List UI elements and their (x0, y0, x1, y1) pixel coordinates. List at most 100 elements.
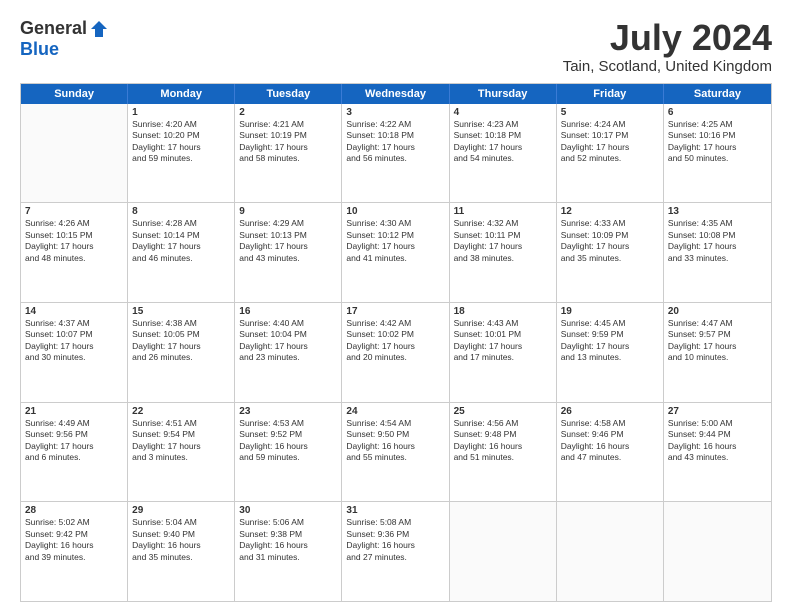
day-number: 4 (454, 107, 552, 118)
cell-info: Sunrise: 5:00 AMSunset: 9:44 PMDaylight:… (668, 418, 767, 464)
day-number: 13 (668, 206, 767, 217)
cell-info: Sunrise: 4:49 AMSunset: 9:56 PMDaylight:… (25, 418, 123, 464)
cell-info: Sunrise: 4:58 AMSunset: 9:46 PMDaylight:… (561, 418, 659, 464)
calendar-cell-empty-4-6 (664, 502, 771, 601)
cell-info: Sunrise: 4:30 AMSunset: 10:12 PMDaylight… (346, 218, 444, 264)
day-number: 22 (132, 406, 230, 417)
calendar-cell-17: 17Sunrise: 4:42 AMSunset: 10:02 PMDaylig… (342, 303, 449, 402)
calendar-cell-12: 12Sunrise: 4:33 AMSunset: 10:09 PMDaylig… (557, 203, 664, 302)
calendar-header: SundayMondayTuesdayWednesdayThursdayFrid… (21, 84, 771, 104)
day-number: 26 (561, 406, 659, 417)
cell-info: Sunrise: 4:56 AMSunset: 9:48 PMDaylight:… (454, 418, 552, 464)
day-number: 16 (239, 306, 337, 317)
day-number: 25 (454, 406, 552, 417)
calendar-row-1: 1Sunrise: 4:20 AMSunset: 10:20 PMDayligh… (21, 104, 771, 203)
cell-info: Sunrise: 4:25 AMSunset: 10:16 PMDaylight… (668, 119, 767, 165)
day-number: 12 (561, 206, 659, 217)
calendar-cell-19: 19Sunrise: 4:45 AMSunset: 9:59 PMDayligh… (557, 303, 664, 402)
calendar-cell-16: 16Sunrise: 4:40 AMSunset: 10:04 PMDaylig… (235, 303, 342, 402)
cell-info: Sunrise: 4:20 AMSunset: 10:20 PMDaylight… (132, 119, 230, 165)
calendar-cell-4: 4Sunrise: 4:23 AMSunset: 10:18 PMDayligh… (450, 104, 557, 203)
calendar-cell-14: 14Sunrise: 4:37 AMSunset: 10:07 PMDaylig… (21, 303, 128, 402)
calendar-cell-8: 8Sunrise: 4:28 AMSunset: 10:14 PMDayligh… (128, 203, 235, 302)
location: Tain, Scotland, United Kingdom (563, 58, 772, 75)
cell-info: Sunrise: 4:37 AMSunset: 10:07 PMDaylight… (25, 318, 123, 364)
calendar-cell-empty-4-4 (450, 502, 557, 601)
cell-info: Sunrise: 4:21 AMSunset: 10:19 PMDaylight… (239, 119, 337, 165)
calendar-cell-24: 24Sunrise: 4:54 AMSunset: 9:50 PMDayligh… (342, 403, 449, 502)
header: General Blue July 2024 Tain, Scotland, U… (20, 18, 772, 75)
calendar-cell-23: 23Sunrise: 4:53 AMSunset: 9:52 PMDayligh… (235, 403, 342, 502)
cell-info: Sunrise: 4:47 AMSunset: 9:57 PMDaylight:… (668, 318, 767, 364)
page: General Blue July 2024 Tain, Scotland, U… (0, 0, 792, 612)
day-number: 15 (132, 306, 230, 317)
calendar-cell-10: 10Sunrise: 4:30 AMSunset: 10:12 PMDaylig… (342, 203, 449, 302)
logo-icon (89, 19, 109, 39)
calendar-body: 1Sunrise: 4:20 AMSunset: 10:20 PMDayligh… (21, 104, 771, 601)
cell-info: Sunrise: 4:26 AMSunset: 10:15 PMDaylight… (25, 218, 123, 264)
cell-info: Sunrise: 4:40 AMSunset: 10:04 PMDaylight… (239, 318, 337, 364)
day-number: 17 (346, 306, 444, 317)
cell-info: Sunrise: 4:29 AMSunset: 10:13 PMDaylight… (239, 218, 337, 264)
calendar-row-4: 21Sunrise: 4:49 AMSunset: 9:56 PMDayligh… (21, 402, 771, 502)
day-number: 8 (132, 206, 230, 217)
cell-info: Sunrise: 5:08 AMSunset: 9:36 PMDaylight:… (346, 517, 444, 563)
calendar-cell-3: 3Sunrise: 4:22 AMSunset: 10:18 PMDayligh… (342, 104, 449, 203)
day-number: 10 (346, 206, 444, 217)
day-number: 29 (132, 505, 230, 516)
cell-info: Sunrise: 4:54 AMSunset: 9:50 PMDaylight:… (346, 418, 444, 464)
logo-text: General (20, 18, 109, 39)
header-day-monday: Monday (128, 84, 235, 104)
calendar-cell-1: 1Sunrise: 4:20 AMSunset: 10:20 PMDayligh… (128, 104, 235, 203)
cell-info: Sunrise: 5:04 AMSunset: 9:40 PMDaylight:… (132, 517, 230, 563)
calendar-cell-2: 2Sunrise: 4:21 AMSunset: 10:19 PMDayligh… (235, 104, 342, 203)
header-day-wednesday: Wednesday (342, 84, 449, 104)
day-number: 30 (239, 505, 337, 516)
header-day-friday: Friday (557, 84, 664, 104)
day-number: 9 (239, 206, 337, 217)
day-number: 19 (561, 306, 659, 317)
day-number: 3 (346, 107, 444, 118)
cell-info: Sunrise: 4:23 AMSunset: 10:18 PMDaylight… (454, 119, 552, 165)
calendar-cell-20: 20Sunrise: 4:47 AMSunset: 9:57 PMDayligh… (664, 303, 771, 402)
header-day-sunday: Sunday (21, 84, 128, 104)
cell-info: Sunrise: 4:35 AMSunset: 10:08 PMDaylight… (668, 218, 767, 264)
day-number: 27 (668, 406, 767, 417)
header-day-tuesday: Tuesday (235, 84, 342, 104)
cell-info: Sunrise: 5:06 AMSunset: 9:38 PMDaylight:… (239, 517, 337, 563)
cell-info: Sunrise: 4:38 AMSunset: 10:05 PMDaylight… (132, 318, 230, 364)
cell-info: Sunrise: 4:28 AMSunset: 10:14 PMDaylight… (132, 218, 230, 264)
calendar-cell-29: 29Sunrise: 5:04 AMSunset: 9:40 PMDayligh… (128, 502, 235, 601)
day-number: 21 (25, 406, 123, 417)
month-title: July 2024 (563, 18, 772, 58)
calendar-row-5: 28Sunrise: 5:02 AMSunset: 9:42 PMDayligh… (21, 501, 771, 601)
calendar-cell-15: 15Sunrise: 4:38 AMSunset: 10:05 PMDaylig… (128, 303, 235, 402)
day-number: 28 (25, 505, 123, 516)
cell-info: Sunrise: 4:43 AMSunset: 10:01 PMDaylight… (454, 318, 552, 364)
calendar-cell-empty-0-0 (21, 104, 128, 203)
calendar-cell-11: 11Sunrise: 4:32 AMSunset: 10:11 PMDaylig… (450, 203, 557, 302)
day-number: 20 (668, 306, 767, 317)
cell-info: Sunrise: 4:24 AMSunset: 10:17 PMDaylight… (561, 119, 659, 165)
day-number: 7 (25, 206, 123, 217)
calendar-cell-27: 27Sunrise: 5:00 AMSunset: 9:44 PMDayligh… (664, 403, 771, 502)
calendar-cell-5: 5Sunrise: 4:24 AMSunset: 10:17 PMDayligh… (557, 104, 664, 203)
calendar-cell-26: 26Sunrise: 4:58 AMSunset: 9:46 PMDayligh… (557, 403, 664, 502)
cell-info: Sunrise: 5:02 AMSunset: 9:42 PMDaylight:… (25, 517, 123, 563)
cell-info: Sunrise: 4:51 AMSunset: 9:54 PMDaylight:… (132, 418, 230, 464)
calendar-cell-22: 22Sunrise: 4:51 AMSunset: 9:54 PMDayligh… (128, 403, 235, 502)
day-number: 1 (132, 107, 230, 118)
calendar-cell-31: 31Sunrise: 5:08 AMSunset: 9:36 PMDayligh… (342, 502, 449, 601)
day-number: 18 (454, 306, 552, 317)
cell-info: Sunrise: 4:32 AMSunset: 10:11 PMDaylight… (454, 218, 552, 264)
day-number: 11 (454, 206, 552, 217)
calendar-cell-13: 13Sunrise: 4:35 AMSunset: 10:08 PMDaylig… (664, 203, 771, 302)
calendar-row-3: 14Sunrise: 4:37 AMSunset: 10:07 PMDaylig… (21, 302, 771, 402)
cell-info: Sunrise: 4:22 AMSunset: 10:18 PMDaylight… (346, 119, 444, 165)
logo-general: General (20, 18, 87, 39)
calendar-cell-28: 28Sunrise: 5:02 AMSunset: 9:42 PMDayligh… (21, 502, 128, 601)
day-number: 5 (561, 107, 659, 118)
logo: General Blue (20, 18, 109, 60)
cell-info: Sunrise: 4:42 AMSunset: 10:02 PMDaylight… (346, 318, 444, 364)
day-number: 23 (239, 406, 337, 417)
